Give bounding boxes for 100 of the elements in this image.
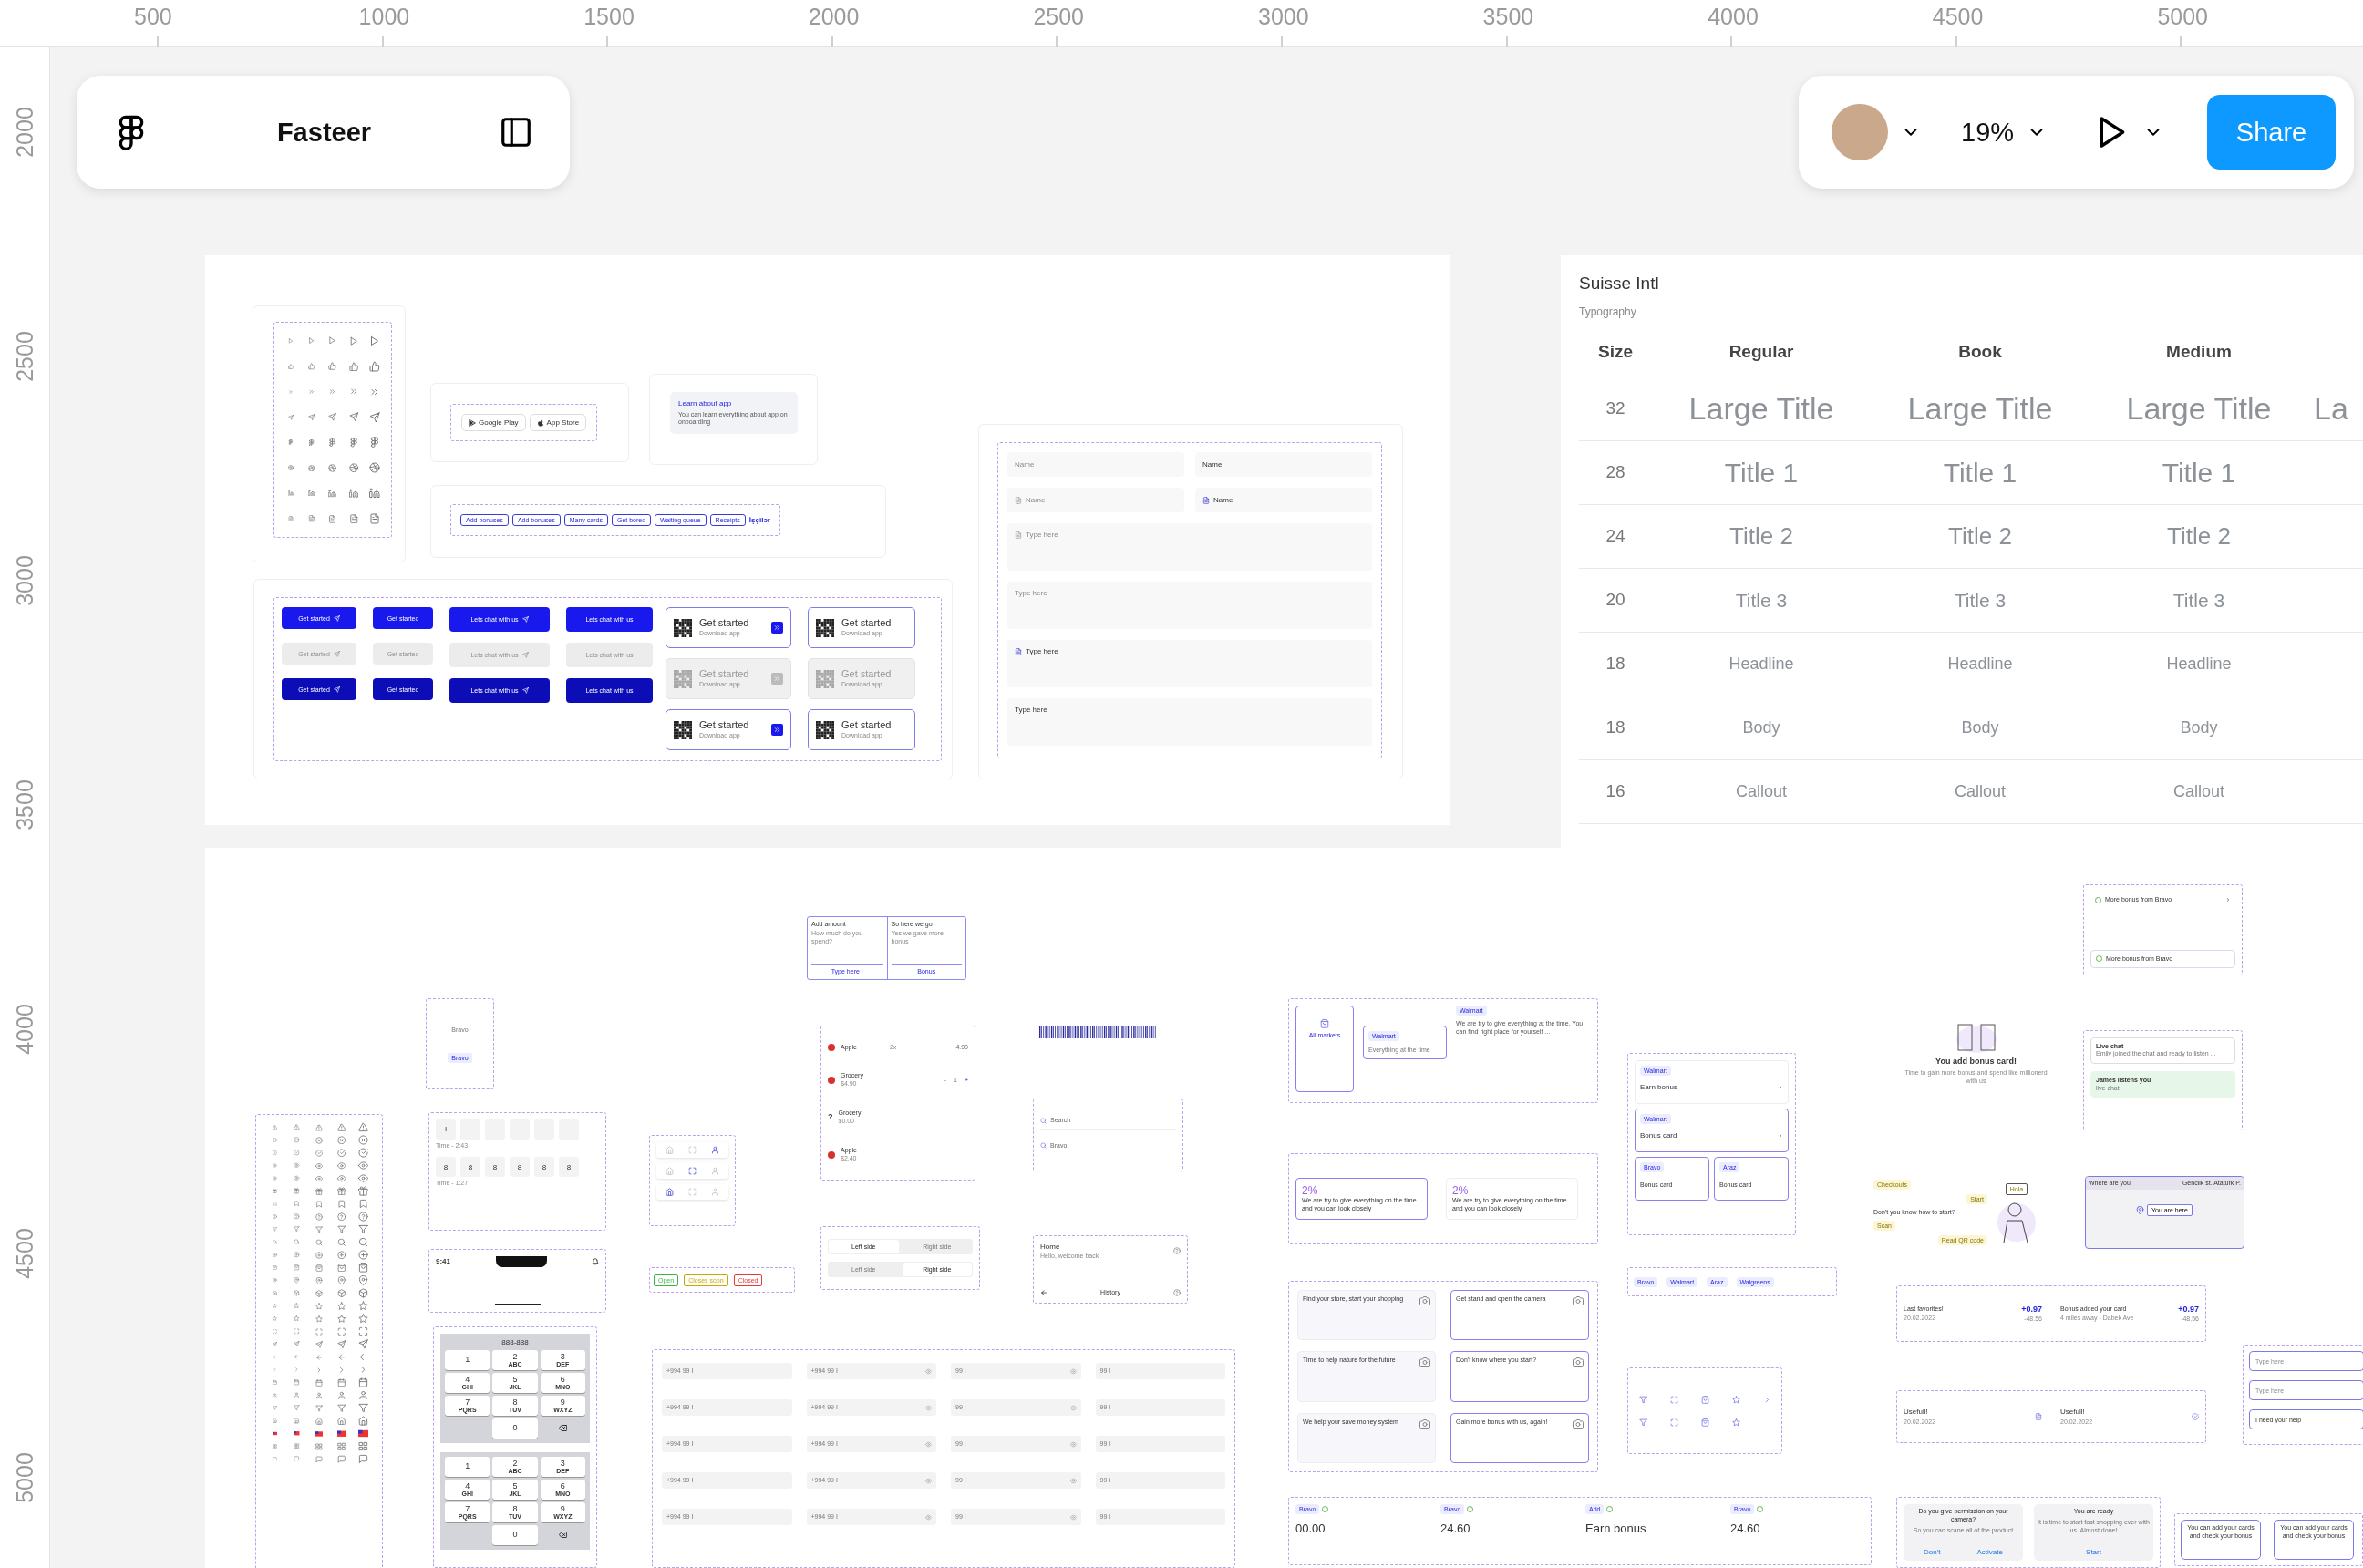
- text-area[interactable]: Type here: [1007, 523, 1372, 571]
- eye-icon: [925, 1477, 932, 1484]
- eye-icon: [1069, 1477, 1077, 1484]
- type-sample: Body: [1961, 718, 1999, 738]
- type-sample: La: [2314, 391, 2348, 428]
- sidebar-toggle-icon[interactable]: [499, 115, 533, 150]
- type-sample: Title 3: [1954, 589, 2007, 612]
- type-sample: Title 1: [1943, 457, 2017, 489]
- link[interactable]: İşçilər: [748, 516, 770, 524]
- ruler-number: 4500: [11, 1228, 38, 1279]
- backspace-icon[interactable]: [558, 1531, 567, 1540]
- bell-icon: [592, 1258, 599, 1265]
- type-sample: Title 3: [2172, 589, 2225, 612]
- section-label: Typography: [1579, 304, 1637, 319]
- type-sample: Callout: [1955, 782, 2006, 802]
- type-sample: Title 1: [1724, 457, 1799, 489]
- column-header: Regular: [1728, 342, 1794, 364]
- font-name: Suisse Intl: [1579, 273, 1660, 294]
- code-cell[interactable]: I: [436, 1119, 456, 1140]
- code-cell[interactable]: 8: [460, 1157, 480, 1178]
- eye-icon: [1069, 1404, 1077, 1411]
- ruler-number: 4500: [1932, 4, 1984, 30]
- dialed-number: 888-888: [500, 1338, 530, 1347]
- keypad-key[interactable]: 0: [492, 1418, 538, 1439]
- type-sample: Title 2: [1729, 522, 1793, 552]
- document-icon[interactable]: [2035, 1413, 2042, 1420]
- column-header: Size: [1598, 342, 1633, 364]
- type-sample: Headline: [1728, 655, 1794, 675]
- user-icon[interactable]: [711, 1167, 719, 1175]
- text-field[interactable]: Name: [1007, 452, 1184, 477]
- eye-icon: [1069, 1367, 1077, 1375]
- camera-icon: [1573, 1418, 1584, 1429]
- success-title: You add bonus card!: [1935, 1057, 2017, 1067]
- text-field[interactable]: Name: [1007, 488, 1184, 512]
- user-icon[interactable]: [711, 1146, 719, 1154]
- ruler-number: 500: [134, 4, 172, 30]
- dialog-button[interactable]: Activate: [1976, 1548, 2003, 1557]
- text-area[interactable]: Type here: [1007, 698, 1372, 746]
- code-cell[interactable]: 8: [510, 1157, 530, 1178]
- text-field[interactable]: Name: [1195, 488, 1372, 512]
- help-icon[interactable]: [1173, 1288, 1181, 1296]
- balance-amount: 24.60: [1730, 1522, 1761, 1536]
- size-value: 32: [1605, 398, 1625, 420]
- keypad-key[interactable]: 1: [445, 1456, 490, 1477]
- scan-icon[interactable]: [688, 1188, 697, 1196]
- dialog-button[interactable]: Don't: [1924, 1548, 1941, 1557]
- home-icon[interactable]: [666, 1188, 674, 1196]
- code-cell[interactable]: 8: [559, 1157, 579, 1178]
- type-sample: Body: [2180, 718, 2218, 738]
- unknown-mark: ?: [828, 1112, 833, 1123]
- help-icon[interactable]: [1173, 1247, 1181, 1255]
- balance-amount: Earn bonus: [1585, 1522, 1647, 1536]
- size-value: 20: [1605, 590, 1625, 612]
- back-icon[interactable]: [1040, 1288, 1047, 1296]
- scan-icon[interactable]: [688, 1167, 697, 1175]
- camera-icon: [1419, 1418, 1430, 1429]
- type-sample: Title 2: [2167, 522, 2231, 552]
- ruler-number: 2000: [11, 107, 38, 158]
- type-sample: Title 3: [1735, 589, 1788, 612]
- size-value: 24: [1605, 526, 1625, 548]
- type-sample: Callout: [2173, 782, 2224, 802]
- search-icon: [1040, 1142, 1047, 1150]
- check-icon[interactable]: [2192, 1413, 2199, 1420]
- text-area[interactable]: Type here: [1007, 640, 1372, 687]
- activity-delta: +0.97: [2021, 1304, 2042, 1315]
- chevron-icon: [2225, 897, 2231, 903]
- user-icon[interactable]: [711, 1188, 719, 1196]
- info-title: Learn about app: [678, 399, 733, 408]
- zoom-level[interactable]: 19%: [1961, 117, 2015, 148]
- code-cell[interactable]: 8: [534, 1157, 554, 1178]
- scan-icon[interactable]: [688, 1146, 697, 1154]
- eye-icon: [1069, 1513, 1077, 1521]
- play-store-icon: [469, 418, 476, 427]
- ruler-number: 5000: [2157, 4, 2208, 30]
- bag-icon: [1320, 1019, 1329, 1028]
- note-title: Usefull!: [1904, 1408, 1929, 1417]
- code-cell[interactable]: 8: [485, 1157, 505, 1178]
- eye-icon: [925, 1404, 932, 1411]
- card-title: Earn bonus: [1640, 1083, 1677, 1092]
- size-value: 16: [1605, 781, 1625, 803]
- eye-icon: [925, 1513, 932, 1521]
- backspace-icon[interactable]: [558, 1424, 567, 1433]
- keypad-key[interactable]: 1: [445, 1349, 490, 1370]
- note-title: Usefull!: [2060, 1408, 2086, 1417]
- camera-icon: [1419, 1295, 1430, 1306]
- size-value: 28: [1605, 462, 1625, 484]
- code-cell[interactable]: 8: [436, 1157, 456, 1178]
- search-icon: [1040, 1117, 1047, 1124]
- card-title: Bonus card: [1640, 1131, 1677, 1140]
- size-value: 18: [1605, 654, 1625, 676]
- keypad-key[interactable]: 0: [492, 1524, 538, 1545]
- store-button[interactable]: App Store: [529, 414, 587, 431]
- dialog-button[interactable]: Start: [2086, 1548, 2101, 1557]
- text-field[interactable]: Name: [1195, 452, 1372, 477]
- ruler-number: 4000: [11, 1004, 38, 1055]
- store-button[interactable]: Google Play: [461, 414, 526, 431]
- ruler-number: 3000: [11, 555, 38, 606]
- text-area[interactable]: Type here: [1007, 582, 1372, 629]
- type-sample: Title 1: [2162, 457, 2236, 489]
- eye-icon: [925, 1440, 932, 1448]
